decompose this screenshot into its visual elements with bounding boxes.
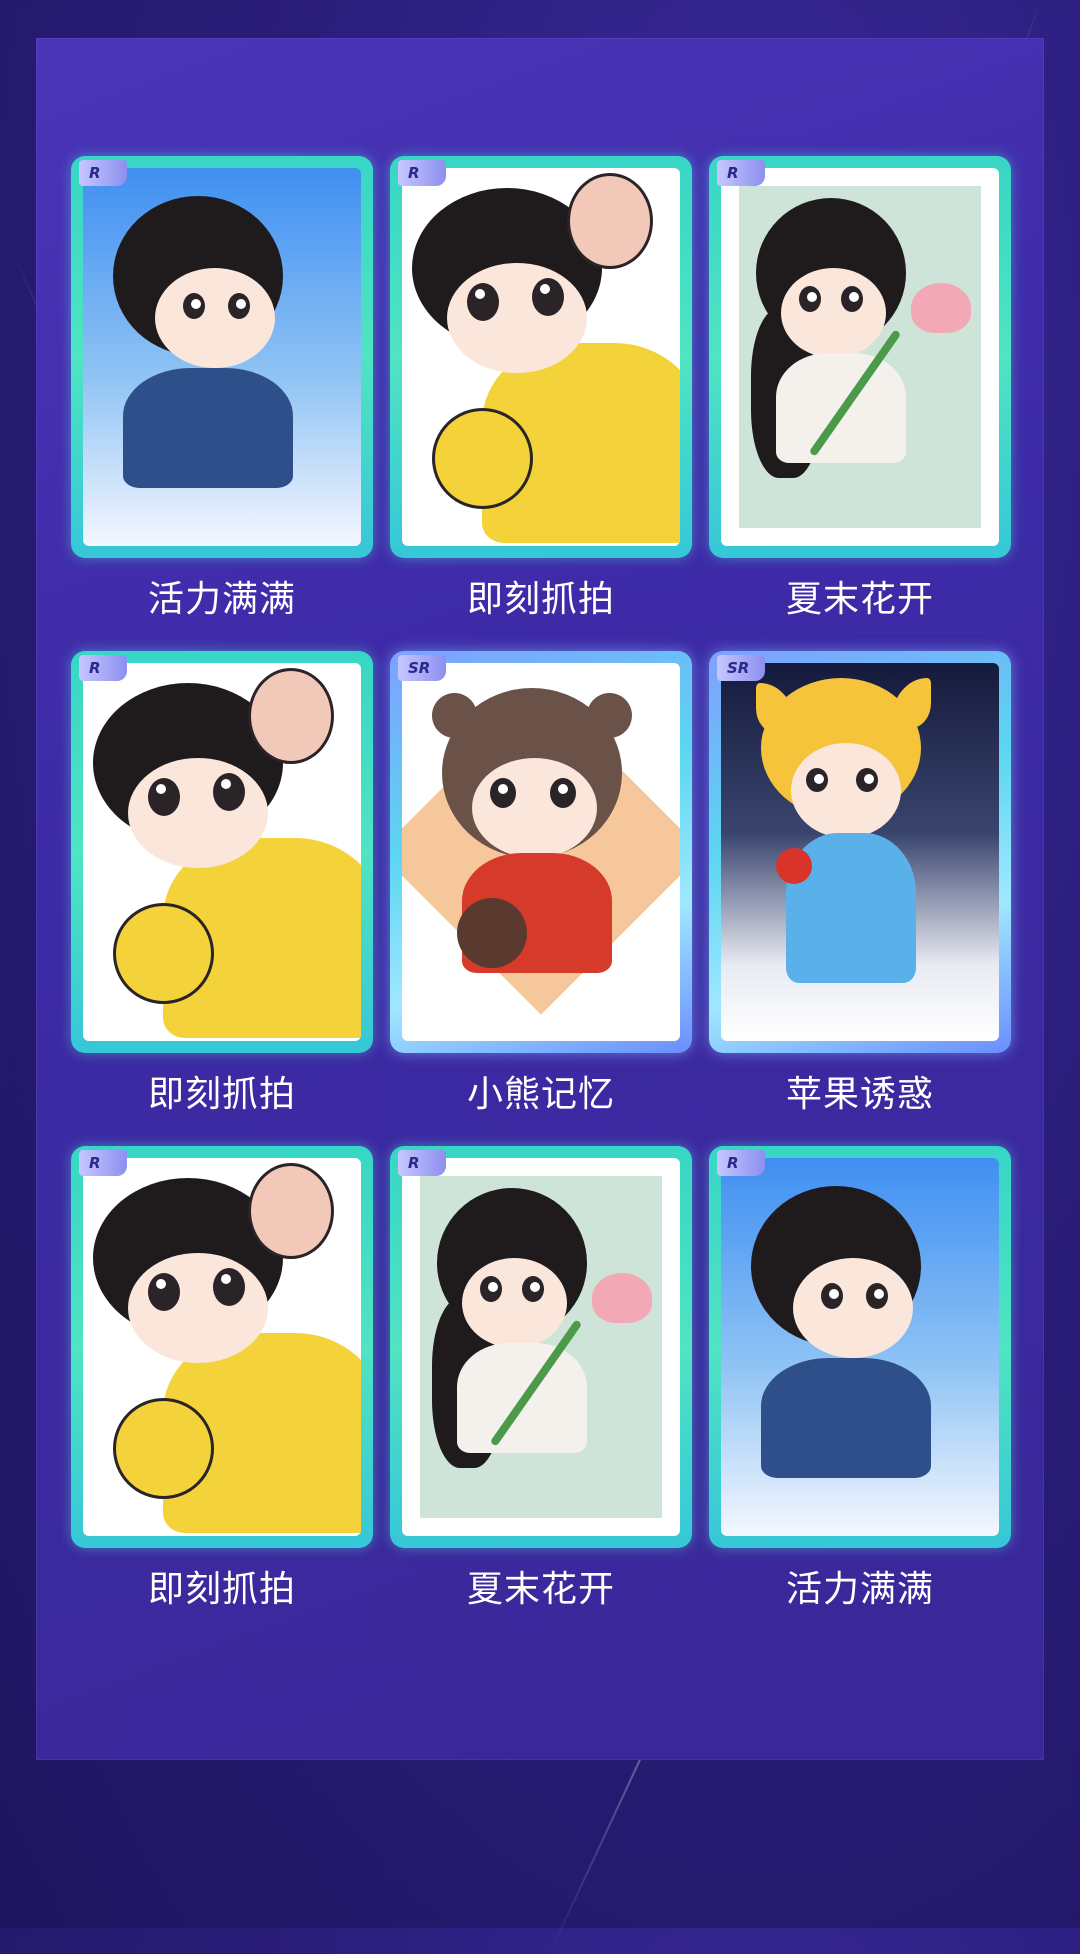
- rarity-badge: R: [717, 1150, 765, 1176]
- rarity-badge: SR: [398, 655, 446, 681]
- card-cell[interactable]: SR 苹果诱惑: [709, 651, 1011, 1121]
- rarity-badge: R: [398, 1150, 446, 1176]
- card-frame[interactable]: R: [71, 651, 373, 1053]
- card-title: 即刻抓拍: [466, 579, 615, 620]
- card-title: 即刻抓拍: [147, 1569, 296, 1610]
- card-cell[interactable]: R 即刻抓拍: [390, 156, 692, 626]
- card-artwork: [402, 168, 680, 546]
- card-collection-panel: R 活力满满 R 即刻抓拍 R 夏末花开 R 即刻抓拍 SR 小熊记忆 SR 苹…: [36, 38, 1044, 1760]
- card-frame[interactable]: R: [709, 156, 1011, 558]
- card-artwork: [402, 663, 680, 1041]
- card-cell[interactable]: SR 小熊记忆: [390, 651, 692, 1121]
- card-frame[interactable]: SR: [390, 651, 692, 1053]
- card-cell[interactable]: R 夏末花开: [709, 156, 1011, 626]
- card-artwork: [83, 1158, 361, 1536]
- card-frame[interactable]: R: [71, 1146, 373, 1548]
- card-cell[interactable]: R 夏末花开: [390, 1146, 692, 1616]
- card-artwork: [402, 1158, 680, 1536]
- card-title: 活力满满: [147, 579, 296, 620]
- card-title: 苹果诱惑: [785, 1074, 934, 1115]
- rarity-badge: SR: [717, 655, 765, 681]
- card-title: 夏末花开: [785, 579, 934, 620]
- card-artwork: [721, 168, 999, 546]
- card-frame[interactable]: R: [709, 1146, 1011, 1548]
- card-cell[interactable]: R 即刻抓拍: [71, 651, 373, 1121]
- card-cell[interactable]: R 活力满满: [71, 156, 373, 626]
- rarity-badge: R: [79, 1150, 127, 1176]
- card-frame[interactable]: R: [390, 1146, 692, 1548]
- card-artwork: [721, 663, 999, 1041]
- card-frame[interactable]: SR: [709, 651, 1011, 1053]
- rarity-badge: R: [79, 160, 127, 186]
- card-title: 小熊记忆: [466, 1074, 615, 1115]
- card-artwork: [83, 168, 361, 546]
- card-title: 夏末花开: [466, 1569, 615, 1610]
- card-frame[interactable]: R: [71, 156, 373, 558]
- rarity-badge: R: [79, 655, 127, 681]
- card-title: 即刻抓拍: [147, 1074, 296, 1115]
- rarity-badge: R: [398, 160, 446, 186]
- card-title: 活力满满: [785, 1569, 934, 1610]
- rarity-badge: R: [717, 160, 765, 186]
- card-cell[interactable]: R 即刻抓拍: [71, 1146, 373, 1616]
- card-artwork: [83, 663, 361, 1041]
- card-frame[interactable]: R: [390, 156, 692, 558]
- card-cell[interactable]: R 活力满满: [709, 1146, 1011, 1616]
- card-artwork: [721, 1158, 999, 1536]
